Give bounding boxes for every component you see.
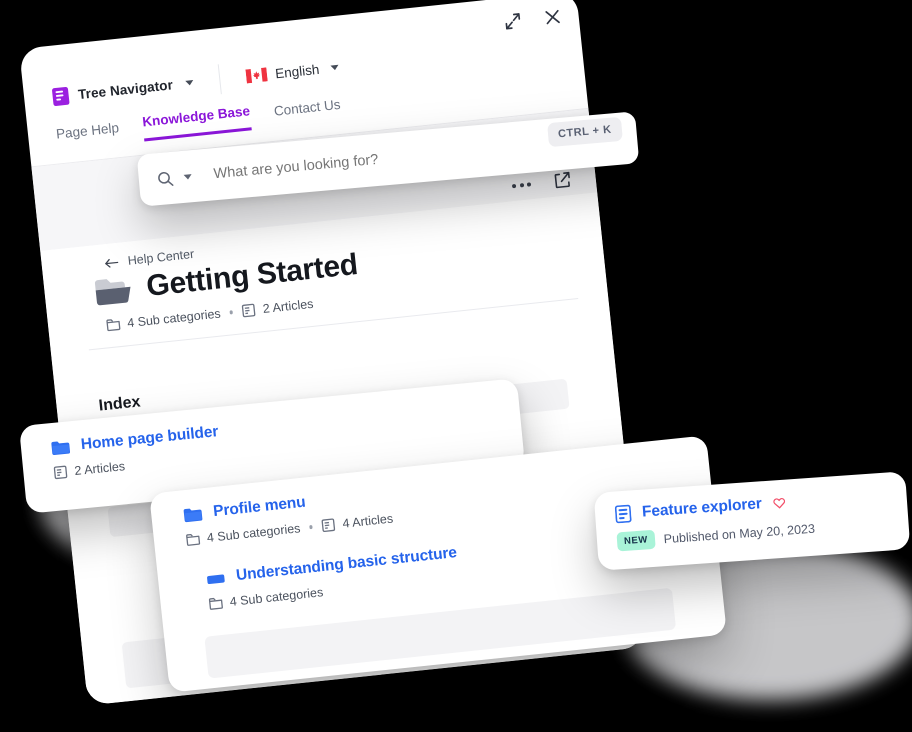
- chevron-down-icon[interactable]: [185, 79, 194, 86]
- meta-separator: [229, 310, 234, 315]
- screenshot-stage: Tree Navigator English Page Help Knowled…: [0, 0, 912, 732]
- tab-contact-us[interactable]: Contact Us: [273, 97, 342, 128]
- meta-label: 4 Sub categories: [126, 306, 222, 331]
- meta-subcategories: 4 Sub categories: [106, 306, 222, 332]
- search-toolbar: [511, 170, 573, 195]
- published-date: Published on May 20, 2023: [663, 521, 816, 546]
- folder-icon-blue-closed: [207, 574, 225, 584]
- folder-icon-blue: [183, 508, 203, 522]
- brand-name: Tree Navigator: [77, 76, 174, 102]
- window-actions: [502, 6, 564, 32]
- external-link-icon[interactable]: [552, 170, 573, 191]
- meta-articles: 4 Articles: [321, 511, 394, 532]
- meta-label: 2 Articles: [73, 459, 126, 479]
- expand-arrows-icon[interactable]: [502, 10, 524, 32]
- heart-icon[interactable]: [772, 497, 786, 510]
- card-meta-row: NEW Published on May 20, 2023: [616, 519, 815, 552]
- close-icon[interactable]: [542, 6, 564, 28]
- search-icon[interactable]: [156, 169, 174, 187]
- meta-label: 2 Articles: [262, 296, 315, 316]
- card-title-row[interactable]: Feature explorer: [614, 492, 814, 524]
- article-icon-blue: [614, 504, 632, 524]
- brand-selector[interactable]: Tree Navigator: [51, 70, 220, 106]
- card-body: Home page builder 2 Articles: [50, 423, 221, 480]
- folder-icon: [186, 533, 201, 546]
- language-name: English: [274, 61, 321, 81]
- ellipsis-icon[interactable]: [511, 181, 532, 188]
- article-icon: [321, 518, 336, 532]
- card-body-understanding-basic-structure: Understanding basic structure 4 Sub cate…: [205, 544, 460, 611]
- folder-icon: [106, 319, 121, 332]
- article-icon: [53, 465, 68, 480]
- folder-open-icon: [94, 279, 131, 306]
- card-title: Profile menu: [212, 493, 307, 521]
- language-selector[interactable]: English: [220, 59, 340, 86]
- canada-flag-icon: [245, 67, 268, 84]
- tab-knowledge-base[interactable]: Knowledge Base: [141, 103, 252, 142]
- meta-subcategories: 4 Sub categories: [185, 521, 301, 547]
- meta-label: 4 Sub categories: [229, 585, 324, 609]
- index-heading: Index: [97, 393, 142, 415]
- arrow-left-icon[interactable]: [103, 255, 119, 269]
- status-badge: NEW: [616, 529, 656, 552]
- meta-articles: 2 Articles: [241, 297, 314, 318]
- meta-label: 4 Articles: [341, 511, 394, 531]
- article-icon: [242, 303, 256, 318]
- panel-topbar: Tree Navigator English Page Help Knowled…: [19, 0, 589, 168]
- chevron-down-icon[interactable]: [330, 64, 340, 71]
- card-body: Feature explorer NEW Published on May 20…: [614, 492, 816, 552]
- chevron-down-icon[interactable]: [183, 173, 192, 180]
- tab-page-help[interactable]: Page Help: [55, 120, 120, 150]
- folder-icon-blue: [51, 440, 70, 455]
- meta-subcategories: 4 Sub categories: [208, 585, 324, 611]
- meta-label: 4 Sub categories: [206, 521, 302, 545]
- meta-separator: [309, 525, 313, 529]
- breadcrumb-label: Help Center: [127, 246, 195, 268]
- card-title: Feature explorer: [641, 495, 763, 521]
- book-icon: [51, 86, 70, 106]
- meta-articles: 2 Articles: [53, 459, 126, 480]
- card-body-profile-menu: Profile menu 4 Sub categories 4 Articles: [183, 485, 394, 548]
- folder-icon: [208, 597, 223, 610]
- card-title: Home page builder: [80, 423, 220, 454]
